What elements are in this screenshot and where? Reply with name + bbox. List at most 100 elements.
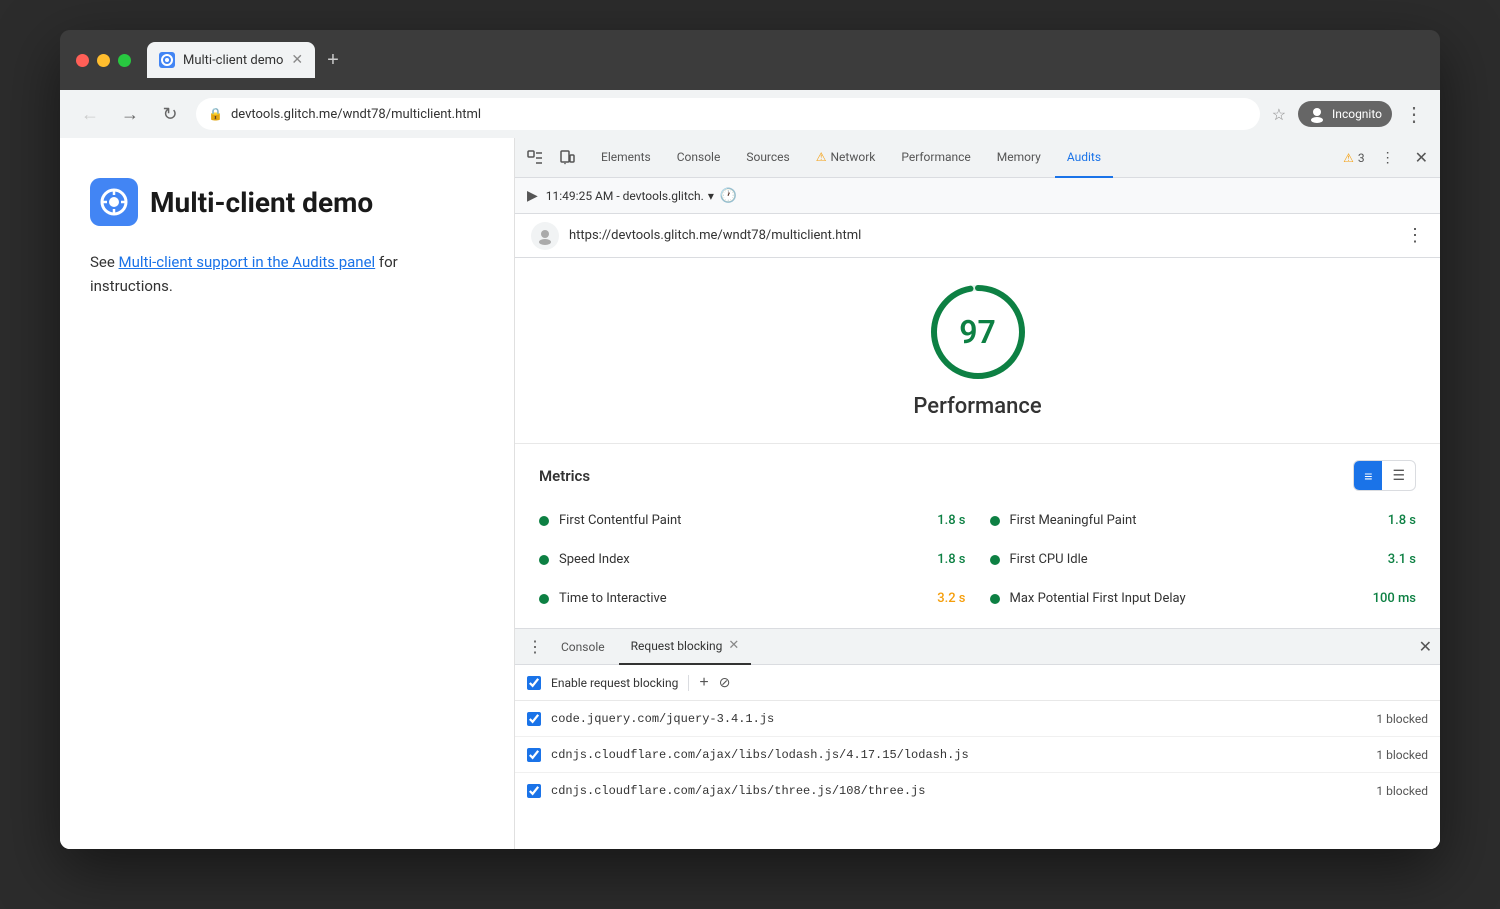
run-audit-button[interactable]: ▶ (527, 187, 538, 204)
drawer-console-label: Console (561, 640, 605, 654)
tab-audits[interactable]: Audits (1055, 138, 1113, 178)
traffic-lights (76, 54, 131, 67)
page-title: Multi-client demo (150, 186, 373, 219)
tab-network[interactable]: ⚠ Network (804, 138, 888, 178)
metric-name: First Meaningful Paint (1010, 513, 1378, 528)
blocked-pattern-1: cdnjs.cloudflare.com/ajax/libs/lodash.js… (551, 748, 1366, 762)
url-text: devtools.glitch.me/wndt78/multiclient.ht… (231, 107, 1248, 122)
tab-elements[interactable]: Elements (589, 138, 663, 178)
metric-value: 1.8 s (937, 513, 965, 528)
lock-icon: 🔒 (208, 107, 223, 121)
more-tabs-button[interactable]: ⋮ (1373, 145, 1403, 170)
warning-count-badge: ⚠ 3 (1343, 151, 1365, 165)
block-all-button[interactable]: ⊘ (719, 674, 731, 691)
toggle-grid-button[interactable]: ≡ (1354, 461, 1382, 490)
close-traffic-light[interactable] (76, 54, 89, 67)
audit-avatar (531, 222, 559, 250)
browser-more-button[interactable]: ⋮ (1404, 102, 1424, 126)
tab-favicon (159, 52, 175, 68)
blocked-item-checkbox-1[interactable] (527, 748, 541, 762)
audit-more-button[interactable]: ⋮ (1406, 225, 1424, 246)
incognito-label: Incognito (1332, 107, 1382, 121)
blocked-count-1: 1 blocked (1376, 748, 1428, 762)
metric-name: Max Potential First Input Delay (1010, 591, 1363, 606)
reload-button[interactable]: ↻ (156, 100, 184, 128)
back-button[interactable]: ← (76, 100, 104, 128)
toolbar-separator (688, 675, 689, 691)
devtools-secondary-toolbar: ▶ 11:49:25 AM - devtools.glitch. ▾ 🕐 (515, 178, 1440, 214)
metric-dot (539, 555, 549, 565)
metric-value: 100 ms (1373, 591, 1416, 606)
page-description: See Multi-client support in the Audits p… (90, 250, 484, 298)
drawer-more-button[interactable]: ⋮ (523, 633, 547, 661)
devtools-close-button[interactable]: ✕ (1411, 144, 1432, 172)
dropdown-chevron-icon: ▾ (708, 189, 714, 203)
metric-dot (990, 594, 1000, 604)
blocked-item: code.jquery.com/jquery-3.4.1.js 1 blocke… (515, 701, 1440, 737)
clear-audit-button[interactable]: 🕐 (720, 188, 737, 204)
audit-info: 11:49:25 AM - devtools.glitch. ▾ 🕐 (546, 188, 738, 204)
active-tab[interactable]: Multi-client demo ✕ (147, 42, 315, 78)
tab-bar: Multi-client demo ✕ + (147, 42, 1424, 78)
drawer-close-button[interactable]: ✕ (1419, 637, 1432, 657)
metrics-header: Metrics ≡ ☰ (539, 460, 1416, 491)
tab-close-button[interactable]: ✕ (291, 52, 303, 68)
blocked-item: cdnjs.cloudflare.com/ajax/libs/three.js/… (515, 773, 1440, 809)
metric-first-cpu-idle: First CPU Idle 3.1 s (990, 546, 1417, 573)
metrics-view-toggle: ≡ ☰ (1353, 460, 1416, 491)
blocked-item-checkbox-0[interactable] (527, 712, 541, 726)
network-warning-icon: ⚠ (816, 150, 827, 164)
tab-performance[interactable]: Performance (889, 138, 982, 178)
metric-value: 1.8 s (937, 552, 965, 567)
page-logo (90, 178, 138, 226)
new-tab-button[interactable]: + (319, 45, 347, 76)
tab-title: Multi-client demo (183, 53, 283, 68)
incognito-badge: Incognito (1298, 101, 1392, 127)
audit-url-bar: https://devtools.glitch.me/wndt78/multic… (515, 214, 1440, 258)
blocked-items-list: code.jquery.com/jquery-3.4.1.js 1 blocke… (515, 701, 1440, 849)
metrics-grid: First Contentful Paint 1.8 s First Meani… (539, 507, 1416, 612)
title-bar: Multi-client demo ✕ + (60, 30, 1440, 90)
devtools-panel: Elements Console Sources ⚠ Network Perfo… (515, 138, 1440, 849)
audit-dropdown[interactable]: 11:49:25 AM - devtools.glitch. ▾ (546, 189, 714, 203)
enable-request-blocking-label: Enable request blocking (551, 676, 678, 690)
toggle-list-button[interactable]: ☰ (1382, 461, 1415, 490)
browser-window: Multi-client demo ✕ + ← → ↻ 🔒 devtools.g… (60, 30, 1440, 849)
add-pattern-button[interactable]: + (699, 674, 708, 692)
devtools-tabs-right: ⚠ 3 ⋮ ✕ (1343, 144, 1432, 172)
tab-memory[interactable]: Memory (985, 138, 1053, 178)
metric-name: First CPU Idle (1010, 552, 1378, 567)
metric-dot (990, 516, 1000, 526)
blocked-count-0: 1 blocked (1376, 712, 1428, 726)
tab-sources[interactable]: Sources (734, 138, 801, 178)
drawer-request-blocking-label: Request blocking (631, 639, 723, 653)
blocked-item-checkbox-2[interactable] (527, 784, 541, 798)
tab-console[interactable]: Console (665, 138, 733, 178)
audit-url-text: https://devtools.glitch.me/wndt78/multic… (569, 228, 1396, 243)
bookmark-icon[interactable]: ☆ (1272, 105, 1286, 124)
metric-first-meaningful-paint: First Meaningful Paint 1.8 s (990, 507, 1417, 534)
address-bar: ← → ↻ 🔒 devtools.glitch.me/wndt78/multic… (60, 90, 1440, 138)
metrics-title: Metrics (539, 467, 590, 485)
device-toolbar-button[interactable] (555, 146, 579, 170)
metric-name: First Contentful Paint (559, 513, 927, 528)
score-label: Performance (913, 394, 1041, 419)
enable-request-blocking-checkbox[interactable] (527, 676, 541, 690)
metric-time-to-interactive: Time to Interactive 3.2 s (539, 585, 966, 612)
devtools-tabs: Elements Console Sources ⚠ Network Perfo… (515, 138, 1440, 178)
forward-button[interactable]: → (116, 100, 144, 128)
maximize-traffic-light[interactable] (118, 54, 131, 67)
browser-content: Multi-client demo See Multi-client suppo… (60, 138, 1440, 849)
inspect-element-button[interactable] (523, 146, 547, 170)
minimize-traffic-light[interactable] (97, 54, 110, 67)
blocked-pattern-2: cdnjs.cloudflare.com/ajax/libs/three.js/… (551, 784, 1366, 798)
drawer-tab-request-blocking[interactable]: Request blocking ✕ (619, 629, 752, 665)
metrics-section: Metrics ≡ ☰ First Contentful Paint 1.8 s (515, 443, 1440, 628)
blocked-pattern-0: code.jquery.com/jquery-3.4.1.js (551, 712, 1366, 726)
close-request-blocking-tab[interactable]: ✕ (728, 638, 739, 653)
description-pre: See (90, 253, 119, 271)
console-drawer: ⋮ Console Request blocking ✕ ✕ Enable re… (515, 628, 1440, 849)
drawer-tab-console[interactable]: Console (549, 629, 617, 665)
url-bar[interactable]: 🔒 devtools.glitch.me/wndt78/multiclient.… (196, 98, 1260, 130)
audits-panel-link[interactable]: Multi-client support in the Audits panel (119, 253, 376, 271)
